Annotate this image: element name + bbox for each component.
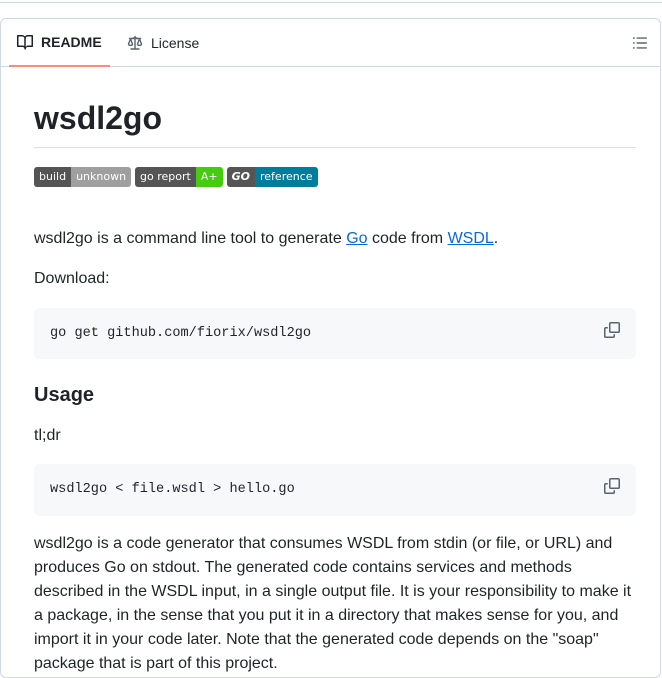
tab-readme[interactable]: README <box>9 19 110 67</box>
download-code-block: go get github.com/fiorix/wsdl2go <box>34 308 636 359</box>
go-report-badge-value: A+ <box>195 167 223 187</box>
wsdl-link[interactable]: WSDL <box>448 230 494 247</box>
build-badge-label: build <box>34 167 72 187</box>
build-badge[interactable]: build unknown <box>34 167 132 187</box>
download-command[interactable]: go get github.com/fiorix/wsdl2go <box>50 326 311 341</box>
intro-suffix: . <box>493 230 499 247</box>
top-border <box>0 0 662 3</box>
book-icon <box>17 34 33 50</box>
go-reference-badge-value: reference <box>255 167 318 187</box>
badge-row: build unknown go report A+ GO reference <box>34 167 318 187</box>
go-logo-icon: GO <box>226 167 255 187</box>
download-label: Download: <box>34 270 110 287</box>
scale-icon <box>127 35 143 50</box>
copy-icon[interactable] <box>604 478 620 494</box>
go-link[interactable]: Go <box>346 230 367 247</box>
usage-code-block: wsdl2go < file.wsdl > hello.go <box>34 464 636 516</box>
go-report-badge-label: go report <box>135 167 196 187</box>
intro-paragraph: wsdl2go is a command line tool to genera… <box>34 227 498 251</box>
tldr-text: tl;dr <box>34 427 61 444</box>
tab-readme-label: README <box>41 34 102 50</box>
go-report-badge[interactable]: go report A+ <box>135 167 223 187</box>
intro-prefix: wsdl2go is a command line tool to genera… <box>34 230 347 247</box>
go-reference-badge[interactable]: GO reference <box>226 167 318 187</box>
usage-heading: Usage <box>34 384 95 406</box>
tab-license[interactable]: License <box>119 19 207 67</box>
build-badge-value: unknown <box>71 167 132 187</box>
readme-tabbar: README License <box>1 19 660 67</box>
copy-icon[interactable] <box>604 322 620 338</box>
readme-title: wsdl2go <box>34 98 636 148</box>
intro-middle: code from <box>367 230 448 247</box>
readme-panel: README License wsdl2go build unknown go … <box>0 18 661 678</box>
tab-license-label: License <box>151 35 200 51</box>
description-paragraph: wsdl2go is a code generator that consume… <box>34 535 632 672</box>
list-unordered-icon[interactable] <box>632 35 648 51</box>
usage-command[interactable]: wsdl2go < file.wsdl > hello.go <box>50 482 295 497</box>
